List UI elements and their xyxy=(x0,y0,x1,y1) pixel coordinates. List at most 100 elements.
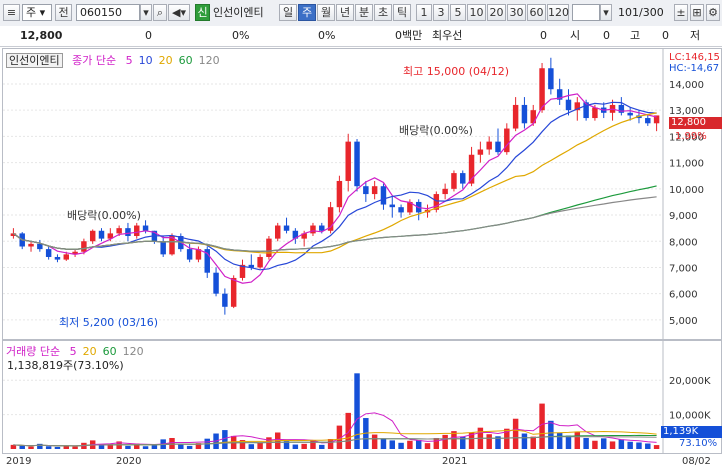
volume-bar xyxy=(142,446,149,449)
candle-body xyxy=(486,141,492,150)
candle-body xyxy=(354,141,360,187)
current-volume-pct: 73.10% xyxy=(679,438,718,449)
legend-title: 종가 단순 xyxy=(72,54,117,67)
interval-button[interactable]: 120 xyxy=(547,4,569,21)
volume-bar xyxy=(371,434,378,449)
y-tick-label: 14,000 xyxy=(669,80,704,91)
candle-body xyxy=(98,230,105,239)
candle-body xyxy=(45,249,52,257)
period-tab[interactable]: 분 xyxy=(355,4,373,21)
chevron-down-icon[interactable]: ▾ xyxy=(600,4,612,21)
candle-body xyxy=(222,293,228,307)
interval-input[interactable] xyxy=(572,4,600,21)
low-label: 저 xyxy=(690,29,701,42)
stock-label[interactable]: 인선이엔티 xyxy=(6,53,63,68)
open-label: 시 xyxy=(570,29,581,42)
rate-pct: 0% xyxy=(318,29,336,42)
volume-bar xyxy=(627,441,633,449)
period-tab[interactable]: 주 xyxy=(298,4,316,21)
change-pct: 0% xyxy=(232,29,250,42)
candle-body xyxy=(565,99,572,111)
volume-panel[interactable]: 20,000K 10,000K 거래량 단순 5 20 60 120 1,138,819… xyxy=(2,340,722,454)
period-tab[interactable]: 월 xyxy=(317,4,335,21)
volume-bar xyxy=(556,432,563,449)
period-tab[interactable]: 일 xyxy=(279,4,297,21)
ma-line-120 xyxy=(13,196,657,253)
candle-body xyxy=(142,225,149,231)
interval-button[interactable]: 5 xyxy=(450,4,466,21)
credit-badge: 신 xyxy=(195,4,210,21)
y-tick-label: 5,000 xyxy=(669,316,698,327)
market-select[interactable]: 주 ▾ xyxy=(22,4,52,21)
candle-body xyxy=(266,238,272,257)
candle-body xyxy=(442,188,448,195)
candle-body xyxy=(495,141,501,153)
candle-body xyxy=(336,180,343,208)
ma-legend-item: 120 xyxy=(198,54,220,67)
code-input[interactable]: 060150 xyxy=(76,4,140,21)
grid-icon[interactable]: ⊞ xyxy=(690,4,704,21)
interval-button[interactable]: 30 xyxy=(507,4,526,21)
prev-button[interactable]: 전 xyxy=(55,4,72,21)
candle-body xyxy=(371,186,378,195)
dividend-annotation: 배당락(0.00%) xyxy=(399,124,473,137)
settings-icon[interactable]: ⚙ xyxy=(706,4,720,21)
candle-body xyxy=(186,249,193,260)
volume-bar xyxy=(645,443,651,449)
volume-bar xyxy=(415,440,422,449)
search-icon[interactable]: ⌕ xyxy=(153,4,167,21)
volume-value: 0백만 xyxy=(395,29,423,42)
candle-body xyxy=(548,68,554,90)
high-value: 0 xyxy=(662,29,669,42)
chevron-down-icon[interactable]: ▾ xyxy=(140,4,152,21)
volume-bar xyxy=(653,445,660,449)
candle-body xyxy=(460,173,466,184)
period-tab[interactable]: 초 xyxy=(374,4,392,21)
volume-bar xyxy=(548,420,554,449)
interval-button[interactable]: 60 xyxy=(527,4,546,21)
price-chart: 14,00013,00012,00011,00010,0009,0008,000… xyxy=(3,49,704,339)
dividend-annotation: 배당락(0.00%) xyxy=(67,209,141,222)
period-tab[interactable]: 틱 xyxy=(393,4,411,21)
candle-body xyxy=(116,228,122,234)
candle-body xyxy=(310,225,316,234)
volume-bar xyxy=(37,443,43,449)
candle-body xyxy=(37,243,43,250)
volume-bar xyxy=(442,434,448,449)
y-tick-label: 6,000 xyxy=(669,290,698,301)
candle-body xyxy=(477,149,484,155)
price-panel[interactable]: 14,000 13,000 12,000 11,000 10,000 9,000 8,000… xyxy=(2,48,722,340)
volume-bar xyxy=(592,440,598,449)
period-tab[interactable]: 년 xyxy=(336,4,354,21)
interval-button[interactable]: 20 xyxy=(487,4,506,21)
y-tick-label: 10,000K xyxy=(669,411,711,422)
volume-bar xyxy=(380,438,387,449)
volume-bar xyxy=(486,434,492,449)
open-value: 0 xyxy=(603,29,610,42)
ma-legend-item: 60 xyxy=(178,54,193,67)
volume-bar xyxy=(574,431,581,449)
interval-button[interactable]: 10 xyxy=(467,4,486,21)
candle-body xyxy=(380,186,387,205)
candle-body xyxy=(89,230,96,242)
volume-bar xyxy=(319,444,325,449)
sound-icon[interactable]: ◀▾ xyxy=(168,4,190,21)
volume-bar xyxy=(28,446,34,449)
candle-body xyxy=(398,207,404,213)
menu-icon[interactable]: ≡ xyxy=(3,4,20,21)
candle-body xyxy=(230,277,237,307)
price-legend: 인선이엔티 종가 단순 5 10 20 60 120 xyxy=(6,52,232,68)
candle-body xyxy=(345,141,351,181)
volume-bar xyxy=(433,437,440,449)
candle-body xyxy=(257,256,263,268)
volume-bar xyxy=(609,441,616,449)
interval-button[interactable]: 3 xyxy=(433,4,449,21)
volume-bar xyxy=(292,444,299,449)
interval-button[interactable]: 1 xyxy=(416,4,432,21)
y-tick-label: 7,000 xyxy=(669,263,698,274)
x-tick-label: 2019 xyxy=(6,456,32,467)
candle-body xyxy=(63,254,70,260)
compare-icon[interactable]: ± xyxy=(674,4,688,21)
volume-bar xyxy=(186,445,193,449)
volume-bar xyxy=(407,440,413,449)
